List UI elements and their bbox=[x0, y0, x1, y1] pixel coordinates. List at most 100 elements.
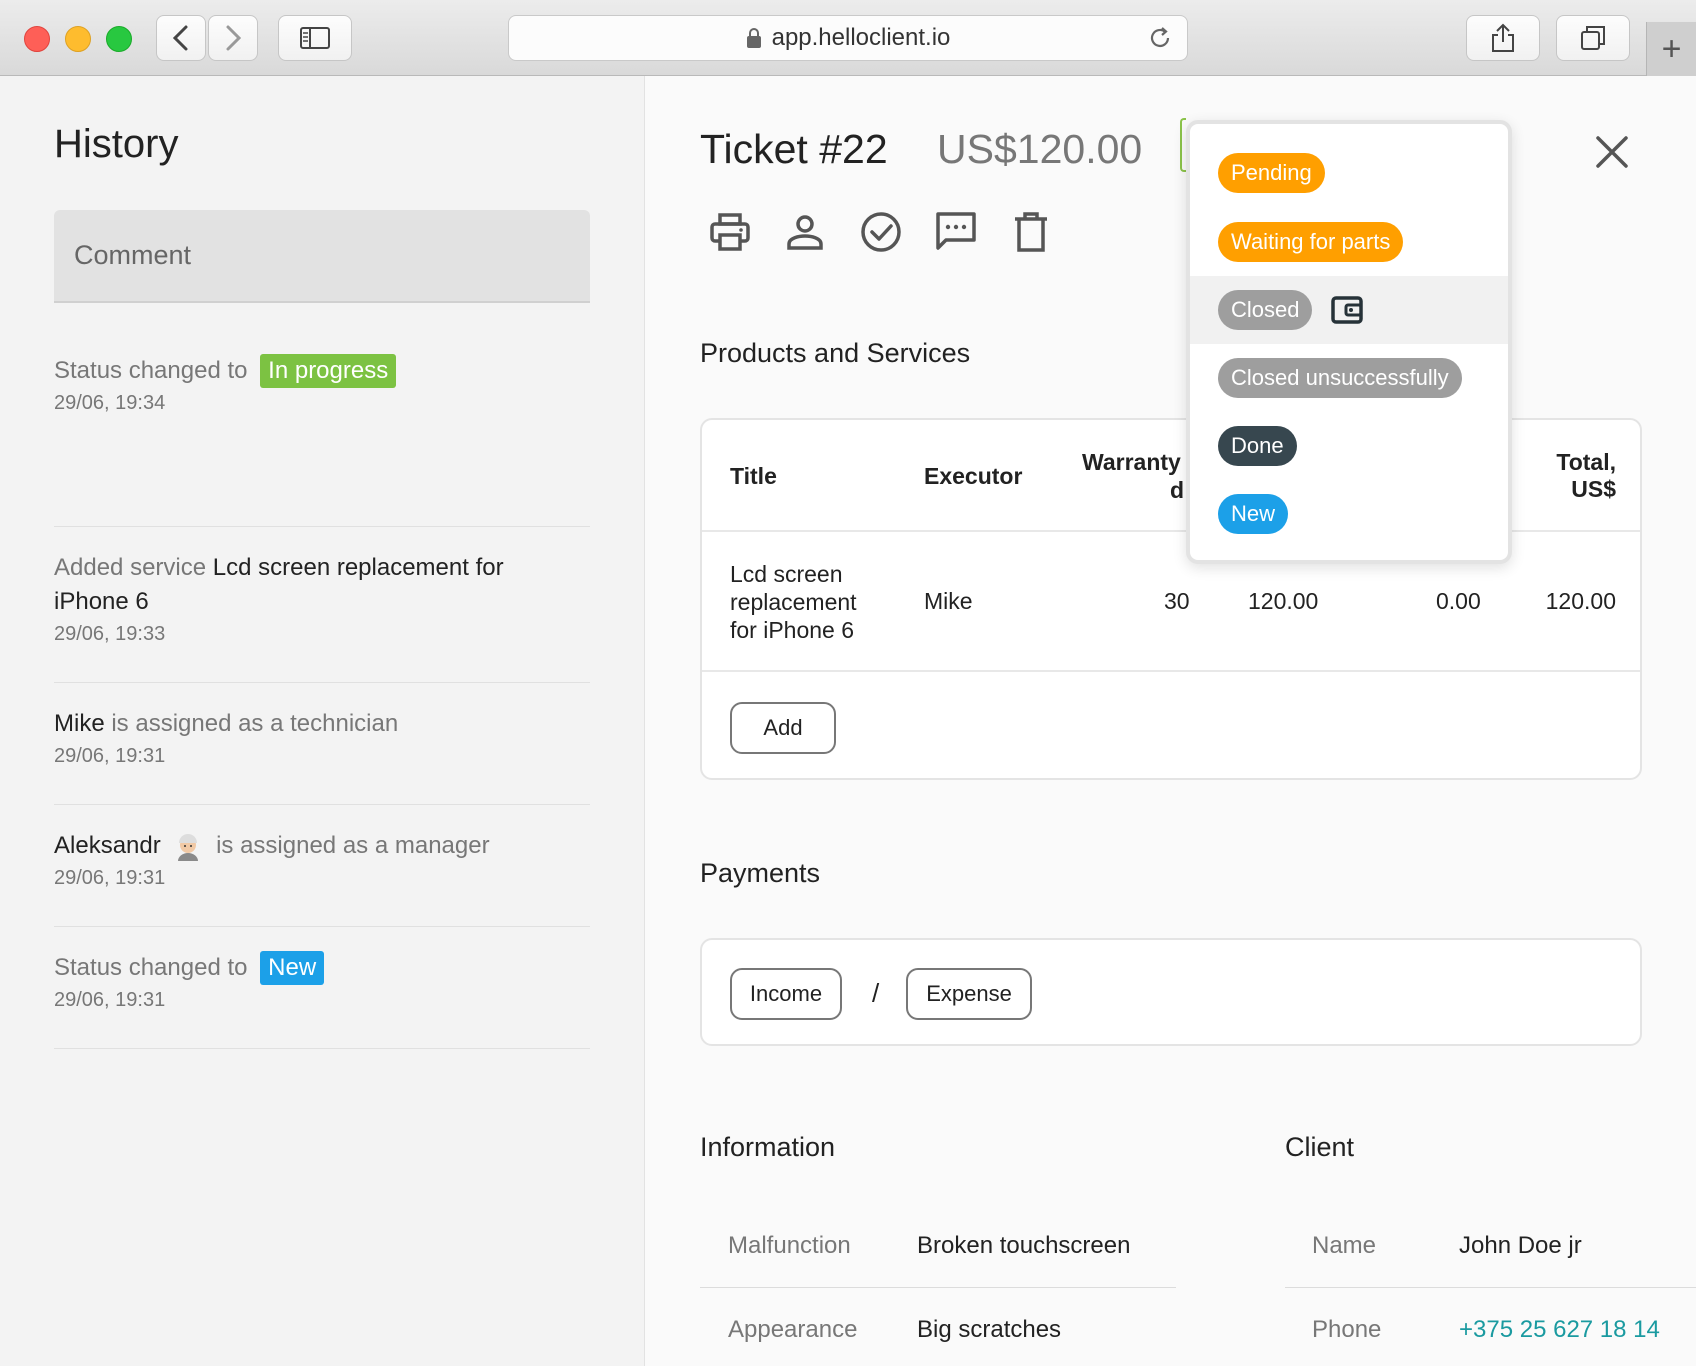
tabs-overview-button[interactable] bbox=[1556, 15, 1630, 61]
payments-card: Income / Expense bbox=[700, 938, 1642, 1046]
payments-section-title: Payments bbox=[700, 858, 821, 888]
status-option-closed-unsuccessfully[interactable]: Closed unsuccessfully bbox=[1190, 344, 1508, 412]
client-key: Phone bbox=[1312, 1316, 1382, 1343]
cell-executor: Mike bbox=[924, 588, 973, 614]
info-key: Appearance bbox=[728, 1316, 858, 1343]
status-pill: Closed bbox=[1218, 290, 1313, 330]
print-icon[interactable] bbox=[708, 210, 752, 254]
sidebar-toggle-button[interactable] bbox=[278, 15, 352, 61]
info-row-malfunction: Malfunction Broken touchscreen bbox=[700, 1204, 1176, 1288]
info-key: Malfunction bbox=[728, 1232, 851, 1259]
col-warranty-header-cut: d bbox=[1170, 477, 1185, 503]
ticket-price: US$120.00 bbox=[937, 126, 1143, 172]
url-text: app.helloclient.io bbox=[771, 24, 951, 51]
status-pill: Waiting for parts bbox=[1218, 222, 1404, 262]
history-time: 29/06, 19:31 bbox=[54, 989, 166, 1011]
col-total-header-line1: Total, bbox=[1556, 449, 1616, 475]
expense-button[interactable]: Expense bbox=[906, 968, 1032, 1020]
client-key: Name bbox=[1312, 1232, 1377, 1259]
zoom-window-button[interactable] bbox=[106, 26, 132, 52]
history-text: Status changed to bbox=[54, 357, 248, 384]
history-item: Status changed to New 29/06, 19:31 bbox=[54, 927, 590, 1049]
status-pill: New bbox=[1218, 494, 1289, 534]
status-option-closed[interactable]: Closed bbox=[1190, 276, 1508, 344]
col-total-header-line2: US$ bbox=[1571, 476, 1616, 502]
status-option-new[interactable]: New bbox=[1190, 480, 1508, 548]
history-time: 29/06, 19:33 bbox=[54, 623, 166, 645]
status-option-done[interactable]: Done bbox=[1190, 412, 1508, 480]
sidebar-icon bbox=[300, 27, 330, 49]
cell-total: 120.00 bbox=[1545, 588, 1616, 614]
client-row-name: Name John Doe jr bbox=[1285, 1204, 1696, 1288]
history-title: History bbox=[54, 122, 179, 166]
cell-warranty: 30 bbox=[1164, 588, 1190, 614]
minimize-window-button[interactable] bbox=[65, 26, 91, 52]
status-option-waiting-for-parts[interactable]: Waiting for parts bbox=[1190, 208, 1508, 276]
cell-title-line: replacement bbox=[730, 589, 857, 615]
status-badge: New bbox=[260, 951, 325, 985]
browser-toolbar: app.helloclient.io + bbox=[0, 0, 1696, 76]
history-item: Added service Lcd screen replacement for… bbox=[54, 527, 590, 683]
col-total-header: Total, US$ bbox=[1556, 449, 1616, 503]
history-text: is assigned as a technician bbox=[111, 710, 399, 737]
status-pill: Pending bbox=[1218, 153, 1325, 193]
client-section-title: Client bbox=[1285, 1132, 1355, 1162]
comment-input[interactable]: Comment bbox=[54, 210, 590, 303]
add-product-button[interactable]: Add bbox=[730, 702, 836, 754]
info-value: Big scratches bbox=[917, 1316, 1062, 1343]
history-text: is assigned as a manager bbox=[216, 832, 490, 859]
trash-icon[interactable] bbox=[1009, 210, 1053, 254]
status-badge: In progress bbox=[260, 354, 397, 388]
col-warranty-header: Warranty bbox=[1082, 449, 1181, 475]
tabs-icon bbox=[1581, 26, 1605, 50]
history-user-name: Mike bbox=[54, 710, 105, 737]
close-window-button[interactable] bbox=[24, 26, 50, 52]
wallet-icon bbox=[1331, 296, 1364, 324]
cell-title-line: for iPhone 6 bbox=[730, 617, 855, 643]
info-row-appearance: Appearance Big scratches bbox=[700, 1288, 1176, 1366]
history-panel: History Comment Status changed to In pro… bbox=[0, 76, 645, 1366]
history-time: 29/06, 19:31 bbox=[54, 867, 166, 889]
person-icon[interactable] bbox=[783, 210, 827, 254]
history-text: Added service bbox=[54, 554, 207, 581]
information-section-title: Information bbox=[700, 1132, 836, 1162]
info-value: Broken touchscreen bbox=[917, 1232, 1131, 1259]
client-row-phone: Phone +375 25 627 18 14 bbox=[1285, 1288, 1696, 1366]
history-item: Aleksandr is assigned as a manager 29/06… bbox=[54, 805, 590, 927]
products-section-title: Products and Services bbox=[700, 338, 971, 368]
lock-icon bbox=[746, 28, 761, 48]
col-title-header: Title bbox=[730, 463, 777, 489]
payments-separator: / bbox=[872, 978, 880, 1008]
cell-discount: 0.00 bbox=[1436, 588, 1481, 614]
status-option-pending[interactable]: Pending bbox=[1190, 139, 1508, 207]
history-time: 29/06, 19:31 bbox=[54, 745, 166, 767]
comment-icon[interactable] bbox=[934, 210, 978, 254]
chevron-right-icon bbox=[226, 25, 242, 51]
client-phone-link[interactable]: +375 25 627 18 14 bbox=[1459, 1316, 1660, 1344]
share-icon bbox=[1492, 23, 1514, 52]
check-circle-icon[interactable] bbox=[859, 210, 903, 254]
status-pill: Done bbox=[1218, 426, 1297, 466]
status-pill: Closed unsuccessfully bbox=[1218, 358, 1462, 398]
share-button[interactable] bbox=[1466, 15, 1540, 61]
avatar-icon bbox=[178, 833, 199, 861]
reload-icon[interactable] bbox=[1147, 25, 1173, 51]
status-dropdown: Pending Waiting for parts Closed Closed … bbox=[1186, 120, 1512, 564]
history-item: Status changed to In progress 29/06, 19:… bbox=[54, 354, 590, 527]
client-value: John Doe jr bbox=[1459, 1232, 1582, 1259]
close-icon[interactable] bbox=[1592, 132, 1632, 172]
back-button[interactable] bbox=[156, 15, 206, 61]
forward-button[interactable] bbox=[208, 15, 258, 61]
cell-price: 120.00 bbox=[1248, 588, 1319, 614]
income-button[interactable]: Income bbox=[730, 968, 842, 1020]
ticket-header: Ticket #22 US$120.00 bbox=[700, 126, 1142, 173]
address-bar[interactable]: app.helloclient.io bbox=[508, 15, 1188, 61]
history-item: Mike is assigned as a technician 29/06, … bbox=[54, 683, 590, 805]
chevron-left-icon bbox=[172, 25, 188, 51]
ticket-number: Ticket #22 bbox=[700, 126, 888, 172]
cell-title: Lcd screen replacement for iPhone 6 bbox=[730, 560, 857, 644]
cell-title-line: Lcd screen bbox=[730, 561, 843, 587]
history-time: 29/06, 19:34 bbox=[54, 392, 166, 414]
new-tab-button[interactable]: + bbox=[1646, 22, 1696, 76]
history-text: Status changed to bbox=[54, 954, 248, 981]
